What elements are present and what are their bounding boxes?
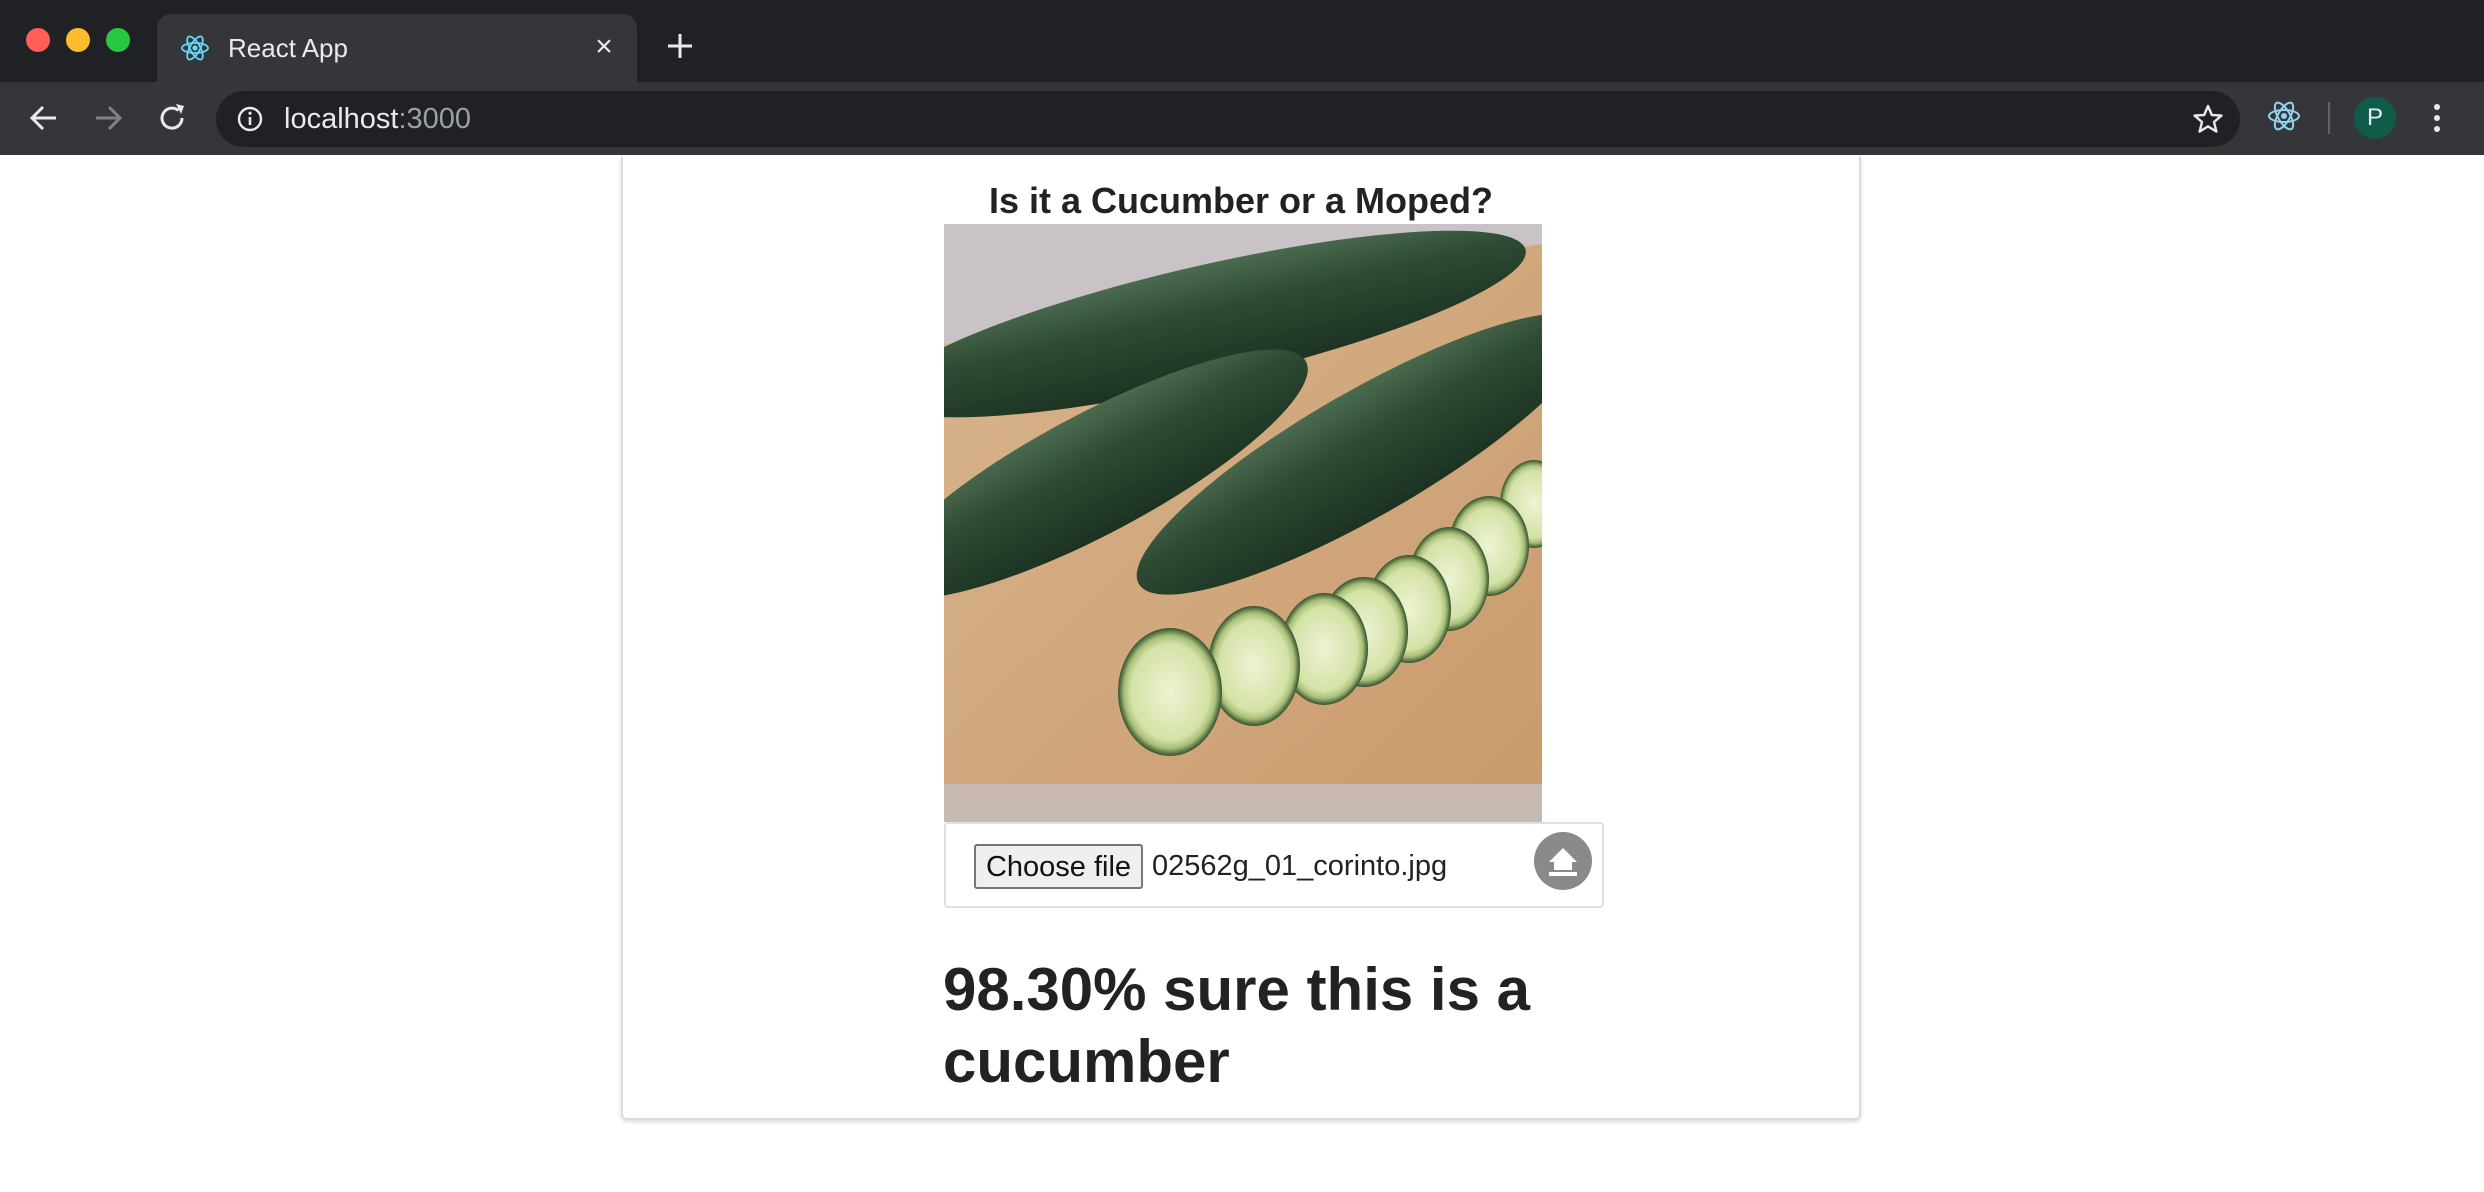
toolbar-separator <box>2328 102 2330 134</box>
reload-icon[interactable] <box>154 100 190 136</box>
bookmark-star-icon[interactable] <box>2192 103 2224 135</box>
tab-close-icon[interactable]: × <box>589 32 619 62</box>
forward-arrow-icon[interactable] <box>90 100 126 136</box>
page-title: Is it a Cucumber or a Moped? <box>988 180 1494 221</box>
plus-icon[interactable] <box>662 28 698 64</box>
info-icon[interactable] <box>236 105 264 133</box>
browser-tab[interactable]: React App × <box>157 14 637 82</box>
browser-toolbar: localhost:3000 P <box>0 82 2484 155</box>
browser-titlebar: React App × <box>0 0 2484 82</box>
prediction-result: 98.30% sure this is a cucumber <box>943 956 1530 1095</box>
tab-title: React App <box>228 33 348 63</box>
url-port: :3000 <box>398 103 472 135</box>
file-upload-form: Choose file 02562g_01_corinto.jpg <box>944 822 1604 908</box>
kebab-menu-icon[interactable] <box>2422 98 2452 138</box>
url-host: localhost <box>284 103 399 135</box>
upload-icon <box>1549 848 1577 876</box>
profile-avatar[interactable]: P <box>2354 97 2396 139</box>
app-card: Is it a Cucumber or a Moped? Choose file… <box>621 156 1861 1120</box>
react-logo-icon <box>181 35 209 61</box>
cucumber-photo <box>944 224 1542 822</box>
maximize-window-button[interactable] <box>106 28 130 52</box>
upload-button[interactable] <box>1534 832 1592 890</box>
uploaded-image <box>944 224 1542 822</box>
back-arrow-icon[interactable] <box>26 100 62 136</box>
address-bar[interactable]: localhost:3000 <box>216 91 2240 147</box>
minimize-window-button[interactable] <box>66 28 90 52</box>
close-window-button[interactable] <box>26 28 50 52</box>
selected-file-name: 02562g_01_corinto.jpg <box>1152 850 1448 882</box>
choose-file-button[interactable]: Choose file <box>974 844 1143 889</box>
react-devtools-extension-icon[interactable] <box>2266 98 2302 134</box>
url-text[interactable]: localhost:3000 <box>284 103 471 135</box>
